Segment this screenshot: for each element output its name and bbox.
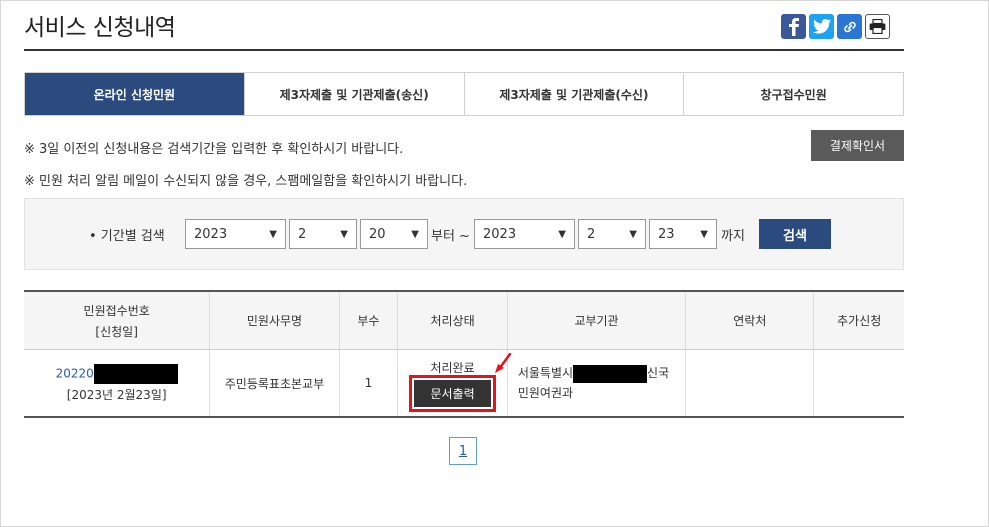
from-day-select[interactable]: 20 ▼ [360, 219, 428, 249]
to-day-value: 23 [658, 226, 675, 242]
cell-status: 처리완료 문서출력 [397, 349, 511, 418]
header-contact: 연락처 [685, 290, 814, 350]
period-search-panel: • 기간별 검색 2023 ▼ 2 ▼ 20 ▼ 부터 ~ 2023 ▼ 2 ▼ 23 ▼ … [24, 198, 904, 270]
chevron-down-icon: ▼ [340, 228, 348, 240]
receipt-no-prefix[interactable]: 20220 [56, 366, 94, 380]
tab-third-party-received[interactable]: 제3자제출 및 기관제출(수신) [463, 73, 684, 115]
from-year-select[interactable]: 2023 ▼ [185, 219, 286, 249]
header-status: 처리상태 [397, 290, 508, 350]
payment-receipt-button[interactable]: 결제확인서 [811, 130, 904, 161]
chevron-down-icon: ▼ [411, 228, 419, 240]
table-row: 20220 [2023년 2월23일] 주민등록표초본교부 1 처리완료 문서출… [24, 349, 904, 418]
twitter-icon[interactable] [809, 14, 834, 39]
agency-suffix: 신국 [647, 366, 670, 380]
chevron-down-icon: ▼ [629, 228, 637, 240]
title-divider [24, 49, 904, 51]
status-text: 처리완료 [430, 361, 475, 375]
tab-third-party-sent[interactable]: 제3자제출 및 기관제출(송신) [243, 73, 464, 115]
header-service: 민원사무명 [209, 290, 340, 350]
agency-line1: 서울특별시 신국 [518, 363, 685, 383]
to-year-select[interactable]: 2023 ▼ [474, 219, 575, 249]
chevron-down-icon: ▼ [269, 228, 277, 240]
tab-online-applications[interactable]: 온라인 신청민원 [25, 73, 244, 115]
cell-extra [813, 349, 904, 418]
notice-search-period: ※ 3일 이전의 신청내용은 검색기간을 입력한 후 확인하시기 바랍니다. [24, 142, 404, 157]
redacted-block [573, 364, 648, 383]
from-month-select[interactable]: 2 ▼ [289, 219, 357, 249]
chevron-down-icon: ▼ [558, 228, 566, 240]
to-year-value: 2023 [483, 226, 517, 242]
applications-table: 민원접수번호 [신청일] 민원사무명 부수 처리상태 교부기관 연락처 추가신청… [24, 290, 904, 418]
header-receipt-no-label: 민원접수번호 [83, 303, 150, 318]
from-text: 부터 ~ [431, 229, 470, 244]
facebook-icon[interactable] [781, 14, 806, 39]
apply-date: [2023년 2월23일] [66, 387, 167, 402]
page-title: 서비스 신청내역 [24, 15, 176, 41]
header-extra: 추가신청 [813, 290, 904, 350]
table-header-row: 민원접수번호 [신청일] 민원사무명 부수 처리상태 교부기관 연락처 추가신청 [24, 290, 904, 350]
to-month-select[interactable]: 2 ▼ [578, 219, 646, 249]
status-wrap: 처리완료 문서출력 [409, 353, 511, 412]
red-arrow-icon [494, 353, 511, 373]
agency-prefix: 서울특별시 [517, 366, 574, 380]
header-receipt-no: 민원접수번호 [신청일] [24, 290, 210, 350]
tab-counter-applications[interactable]: 창구접수민원 [683, 73, 903, 115]
from-month-value: 2 [298, 226, 307, 242]
cell-agency: 서울특별시 신국 민원여권과 [506, 349, 686, 418]
print-icon[interactable] [865, 14, 890, 39]
share-toolbar [781, 14, 890, 39]
redacted-block [93, 363, 178, 384]
search-button[interactable]: 검색 [759, 219, 831, 249]
header-copies: 부수 [338, 290, 398, 350]
to-month-value: 2 [587, 226, 596, 242]
header-apply-date-label: [신청일] [95, 324, 138, 339]
tab-bar: 온라인 신청민원 제3자제출 및 기관제출(송신) 제3자제출 및 기관제출(수… [24, 72, 904, 116]
cell-contact [685, 349, 814, 418]
to-text: 까지 [721, 229, 745, 244]
notice-spam-mail: ※ 민원 처리 알림 메일이 수신되지 않을 경우, 스팸메일함을 확인하시기 … [24, 174, 468, 189]
chevron-down-icon: ▼ [700, 228, 708, 240]
search-label: • 기간별 검색 [89, 229, 165, 244]
agency-line2: 민원여권과 [517, 386, 574, 400]
receipt-no-link[interactable]: 20220 [24, 363, 209, 384]
from-year-value: 2023 [194, 226, 228, 242]
from-day-value: 20 [369, 226, 386, 242]
cell-copies: 1 [338, 349, 398, 418]
header-agency: 교부기관 [506, 290, 686, 350]
to-day-select[interactable]: 23 ▼ [649, 219, 717, 249]
cell-service: 주민등록표초본교부 [209, 349, 340, 418]
print-document-button[interactable]: 문서출력 [409, 375, 496, 412]
link-icon[interactable] [837, 14, 862, 39]
page-number-button[interactable]: 1 [449, 437, 477, 465]
cell-receipt-no: 20220 [2023년 2월23일] [24, 349, 210, 418]
